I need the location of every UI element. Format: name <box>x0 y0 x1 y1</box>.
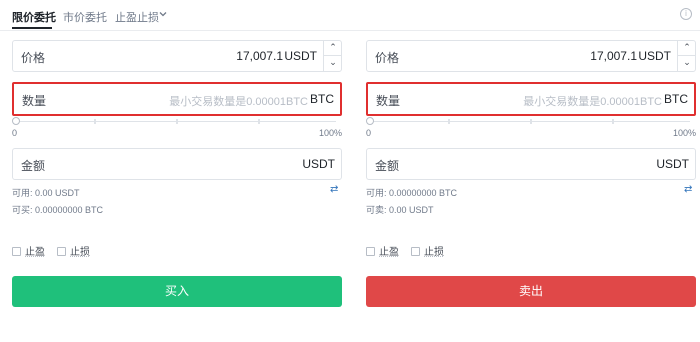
sell-amount-field[interactable]: 金额 USDT <box>366 148 696 180</box>
buy-quantity-label: 数量 <box>22 94 47 108</box>
buy-amount-label: 金额 <box>21 159 46 173</box>
sell-amount-label: 金额 <box>375 159 400 173</box>
stop-loss-label: 止损 <box>70 247 90 258</box>
sell-max-sell: 可卖: 0.00 USDT <box>366 205 434 215</box>
take-profit-label: 止盈 <box>25 247 45 258</box>
checkbox-box[interactable] <box>411 247 420 256</box>
chevron-down-icon[interactable]: ⌄ <box>678 56 696 71</box>
checkbox-box[interactable] <box>366 247 375 256</box>
slider-tick <box>530 119 532 124</box>
buy-panel: 价格 17,007.1 USDT ⌃ ⌄ 数量 最小交易数量是0.00001BT… <box>12 0 342 342</box>
slider-min-label: 0 <box>12 128 18 138</box>
slider-tick <box>176 119 178 124</box>
buy-stop-loss-checkbox[interactable]: 止损 <box>57 243 90 258</box>
buy-quantity-field[interactable]: 数量 最小交易数量是0.00001BTC BTC <box>12 82 342 116</box>
slider-tick <box>258 119 260 124</box>
sell-quantity-label: 数量 <box>376 94 401 108</box>
sell-price-field[interactable]: 价格 17,007.1 USDT ⌃ ⌄ <box>366 40 696 72</box>
sell-price-stepper: ⌃ ⌄ <box>677 41 696 71</box>
chevron-up-icon[interactable]: ⌃ <box>324 41 342 56</box>
sell-price-value[interactable]: 17,007.1 <box>590 49 637 63</box>
buy-price-field[interactable]: 价格 17,007.1 USDT ⌃ ⌄ <box>12 40 342 72</box>
slider-max-label: 100% <box>318 128 342 138</box>
buy-take-profit-checkbox[interactable]: 止盈 <box>12 243 45 258</box>
slider-max-label: 100% <box>672 128 696 138</box>
stop-loss-label: 止损 <box>424 247 444 258</box>
sell-quantity-unit: BTC <box>664 92 688 106</box>
slider-tick <box>448 119 450 124</box>
chevron-down-icon[interactable]: ⌄ <box>324 56 342 71</box>
sell-amount-unit: USDT <box>656 157 689 171</box>
buy-percent-slider[interactable] <box>12 117 342 125</box>
chevron-up-icon[interactable]: ⌃ <box>678 41 696 56</box>
sell-button[interactable]: 卖出 <box>366 276 696 307</box>
slider-tick <box>612 119 614 124</box>
sell-quantity-field[interactable]: 数量 最小交易数量是0.00001BTC BTC <box>366 82 696 116</box>
checkbox-box[interactable] <box>57 247 66 256</box>
take-profit-label: 止盈 <box>379 247 399 258</box>
sell-percent-slider[interactable] <box>366 117 696 125</box>
buy-price-label: 价格 <box>21 51 46 65</box>
sell-take-profit-checkbox[interactable]: 止盈 <box>366 243 399 258</box>
sell-price-label: 价格 <box>375 51 400 65</box>
slider-tick <box>94 119 96 124</box>
sell-panel: 价格 17,007.1 USDT ⌃ ⌄ 数量 最小交易数量是0.00001BT… <box>366 0 696 342</box>
swap-icon[interactable]: ⇄ <box>684 185 696 195</box>
slider-min-label: 0 <box>366 128 372 138</box>
sell-price-unit: USDT <box>638 49 671 63</box>
sell-quantity-placeholder[interactable]: 最小交易数量是0.00001BTC <box>523 93 662 109</box>
buy-amount-field[interactable]: 金额 USDT <box>12 148 342 180</box>
buy-quantity-unit: BTC <box>310 92 334 106</box>
sell-available-balance: 可用: 0.00000000 BTC <box>366 188 458 198</box>
buy-price-stepper: ⌃ ⌄ <box>323 41 342 71</box>
swap-icon[interactable]: ⇄ <box>330 185 342 195</box>
sell-stop-loss-checkbox[interactable]: 止损 <box>411 243 444 258</box>
slider-handle[interactable] <box>366 117 374 125</box>
buy-button[interactable]: 买入 <box>12 276 342 307</box>
buy-quantity-placeholder[interactable]: 最小交易数量是0.00001BTC <box>169 93 308 109</box>
buy-amount-unit: USDT <box>302 157 335 171</box>
buy-price-unit: USDT <box>284 49 317 63</box>
slider-handle[interactable] <box>12 117 20 125</box>
checkbox-box[interactable] <box>12 247 21 256</box>
buy-available-balance: 可用: 0.00 USDT <box>12 188 80 198</box>
buy-max-buy: 可买: 0.00000000 BTC <box>12 205 104 215</box>
buy-price-value[interactable]: 17,007.1 <box>236 49 283 63</box>
